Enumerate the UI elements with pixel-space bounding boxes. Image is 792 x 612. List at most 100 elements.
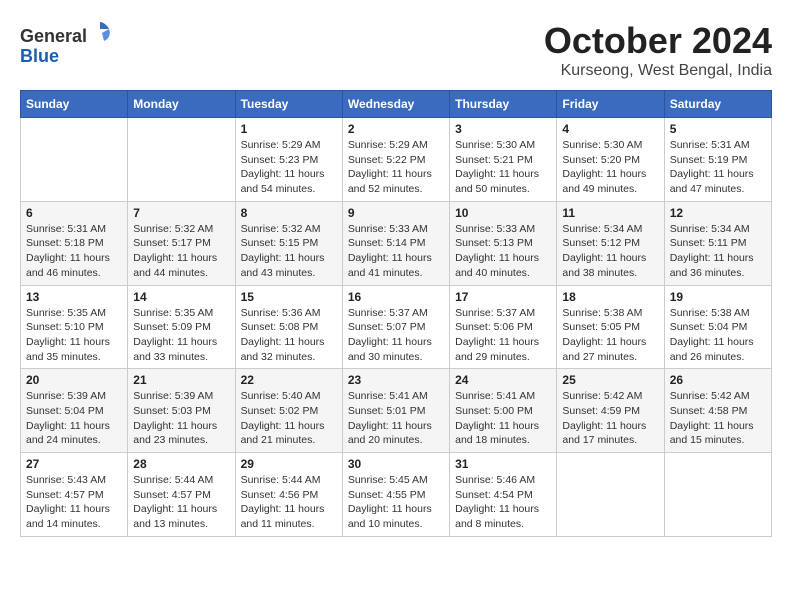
day-info: Sunrise: 5:34 AMSunset: 5:12 PMDaylight:… bbox=[562, 222, 658, 281]
sunrise-text: Sunrise: 5:39 AM bbox=[26, 390, 106, 402]
sunset-text: Sunset: 5:04 PM bbox=[26, 405, 104, 417]
daylight-text: Daylight: 11 hours and 32 minutes. bbox=[241, 336, 325, 363]
day-number: 21 bbox=[133, 373, 229, 387]
day-number: 25 bbox=[562, 373, 658, 387]
calendar-cell: 7 Sunrise: 5:32 AM Sunset: 5:17 PM Daylight… bbox=[128, 201, 235, 285]
sunset-text: Sunset: 5:10 PM bbox=[26, 321, 104, 333]
calendar-table: SundayMondayTuesdayWednesdayThursdayFrid… bbox=[20, 90, 772, 537]
day-info: Sunrise: 5:39 AM Sunset: 5:04 PM Daylight:… bbox=[26, 389, 122, 448]
day-info: Sunrise: 5:46 AMSunset: 4:54 PMDaylight:… bbox=[455, 473, 551, 532]
calendar-cell: 26Sunrise: 5:42 AMSunset: 4:58 PMDayligh… bbox=[664, 369, 771, 453]
sunrise-text: Sunrise: 5:44 AM bbox=[133, 474, 213, 486]
daylight-text: Daylight: 11 hours and 54 minutes. bbox=[241, 168, 325, 195]
day-number: 17 bbox=[455, 290, 551, 304]
day-number: 7 bbox=[133, 206, 229, 220]
sunrise-text: Sunrise: 5:43 AM bbox=[26, 474, 106, 486]
sunset-text: Sunset: 5:20 PM bbox=[562, 154, 640, 166]
day-number: 10 bbox=[455, 206, 551, 220]
sunset-text: Sunset: 5:19 PM bbox=[670, 154, 748, 166]
calendar-week-row: 6Sunrise: 5:31 AMSunset: 5:18 PMDaylight… bbox=[21, 201, 772, 285]
calendar-cell: 24Sunrise: 5:41 AMSunset: 5:00 PMDayligh… bbox=[450, 369, 557, 453]
calendar-week-row: 13Sunrise: 5:35 AMSunset: 5:10 PMDayligh… bbox=[21, 285, 772, 369]
day-info: Sunrise: 5:45 AMSunset: 4:55 PMDaylight:… bbox=[348, 473, 444, 532]
calendar-cell: 4Sunrise: 5:30 AMSunset: 5:20 PMDaylight… bbox=[557, 118, 664, 202]
daylight-text: Daylight: 11 hours and 20 minutes. bbox=[348, 420, 432, 447]
calendar-cell: 17 Sunrise: 5:37 AMSunset: 5:06 PMDayligh… bbox=[450, 285, 557, 369]
sunset-text: Sunset: 5:14 PM bbox=[348, 237, 426, 249]
day-info: Sunrise: 5:37 AMSunset: 5:06 PMDaylight:… bbox=[455, 306, 551, 365]
daylight-text: Daylight: 11 hours and 40 minutes. bbox=[455, 252, 539, 279]
day-number: 11 bbox=[562, 206, 658, 220]
calendar-cell: 2Sunrise: 5:29 AMSunset: 5:22 PMDaylight… bbox=[342, 118, 449, 202]
calendar-cell: 31Sunrise: 5:46 AMSunset: 4:54 PMDayligh… bbox=[450, 453, 557, 537]
sunset-text: Sunset: 5:21 PM bbox=[455, 154, 533, 166]
sunrise-text: Sunrise: 5:35 AM bbox=[26, 307, 106, 319]
calendar-cell: 5Sunrise: 5:31 AMSunset: 5:19 PMDaylight… bbox=[664, 118, 771, 202]
day-number: 12 bbox=[670, 206, 766, 220]
day-info: Sunrise: 5:33 AMSunset: 5:13 PMDaylight:… bbox=[455, 222, 551, 281]
calendar-week-row: 20 Sunrise: 5:39 AM Sunset: 5:04 PM Dayligh… bbox=[21, 369, 772, 453]
calendar-cell: 15Sunrise: 5:36 AMSunset: 5:08 PMDayligh… bbox=[235, 285, 342, 369]
sunset-text: Sunset: 4:54 PM bbox=[455, 489, 533, 501]
calendar-cell: 21Sunrise: 5:39 AMSunset: 5:03 PMDayligh… bbox=[128, 369, 235, 453]
calendar-cell: 10 Sunrise: 5:33 AMSunset: 5:13 PMDayligh… bbox=[450, 201, 557, 285]
sunrise-text: Sunrise: 5:44 AM bbox=[241, 474, 321, 486]
daylight-text: Daylight: 11 hours and 46 minutes. bbox=[26, 252, 110, 279]
calendar-header-thursday: Thursday bbox=[450, 91, 557, 118]
sunrise-text: Sunrise: 5:30 AM bbox=[562, 139, 642, 151]
calendar-cell: 27Sunrise: 5:43 AMSunset: 4:57 PMDayligh… bbox=[21, 453, 128, 537]
daylight-text: Daylight: 11 hours and 49 minutes. bbox=[562, 168, 646, 195]
day-info: Sunrise: 5:30 AM Sunset: 5:20 PM Daylight:… bbox=[562, 138, 658, 197]
calendar-week-row: 27Sunrise: 5:43 AMSunset: 4:57 PMDayligh… bbox=[21, 453, 772, 537]
sunrise-text: Sunrise: 5:31 AM bbox=[26, 223, 106, 235]
day-info: Sunrise: 5:31 AMSunset: 5:18 PMDaylight:… bbox=[26, 222, 122, 281]
day-info: Sunrise: 5:35 AMSunset: 5:10 PMDaylight:… bbox=[26, 306, 122, 365]
daylight-text: Daylight: 11 hours and 15 minutes. bbox=[670, 420, 754, 447]
day-info: Sunrise: 5:33 AMSunset: 5:14 PMDaylight:… bbox=[348, 222, 444, 281]
calendar-cell: 11 Sunrise: 5:34 AMSunset: 5:12 PMDayligh… bbox=[557, 201, 664, 285]
sunrise-text: Sunrise: 5:38 AM bbox=[562, 307, 642, 319]
calendar-cell: 22Sunrise: 5:40 AMSunset: 5:02 PMDayligh… bbox=[235, 369, 342, 453]
calendar-cell: 19Sunrise: 5:38 AMSunset: 5:04 PMDayligh… bbox=[664, 285, 771, 369]
calendar-cell: 13Sunrise: 5:35 AMSunset: 5:10 PMDayligh… bbox=[21, 285, 128, 369]
day-number: 18 bbox=[562, 290, 658, 304]
day-number: 23 bbox=[348, 373, 444, 387]
sunset-text: Sunset: 4:58 PM bbox=[670, 405, 748, 417]
day-info: Sunrise: 5:31 AMSunset: 5:19 PMDaylight:… bbox=[670, 138, 766, 197]
calendar-cell: 3Sunrise: 5:30 AMSunset: 5:21 PMDaylight… bbox=[450, 118, 557, 202]
logo-icon bbox=[89, 20, 111, 42]
daylight-text: Daylight: 11 hours and 24 minutes. bbox=[26, 420, 110, 447]
day-info: Sunrise: 5:43 AMSunset: 4:57 PMDaylight:… bbox=[26, 473, 122, 532]
sunset-text: Sunset: 5:15 PM bbox=[241, 237, 319, 249]
day-number: 22 bbox=[241, 373, 337, 387]
calendar-cell: 23Sunrise: 5:41 AMSunset: 5:01 PMDayligh… bbox=[342, 369, 449, 453]
daylight-text: Daylight: 11 hours and 26 minutes. bbox=[670, 336, 754, 363]
daylight-text: Daylight: 11 hours and 41 minutes. bbox=[348, 252, 432, 279]
day-number: 3 bbox=[455, 122, 551, 136]
calendar-header-friday: Friday bbox=[557, 91, 664, 118]
sunrise-text: Sunrise: 5:29 AM bbox=[348, 139, 428, 151]
day-info: Sunrise: 5:32 AMSunset: 5:15 PMDaylight:… bbox=[241, 222, 337, 281]
daylight-text: Daylight: 11 hours and 52 minutes. bbox=[348, 168, 432, 195]
day-number: 30 bbox=[348, 457, 444, 471]
daylight-text: Daylight: 11 hours and 30 minutes. bbox=[348, 336, 432, 363]
day-info: Sunrise: 5:44 AMSunset: 4:57 PMDaylight:… bbox=[133, 473, 229, 532]
daylight-text: Daylight: 11 hours and 29 minutes. bbox=[455, 336, 539, 363]
sunset-text: Sunset: 5:17 PM bbox=[133, 237, 211, 249]
sunset-text: Sunset: 5:22 PM bbox=[348, 154, 426, 166]
daylight-text: Daylight: 11 hours and 44 minutes. bbox=[133, 252, 217, 279]
sunrise-text: Sunrise: 5:42 AM bbox=[562, 390, 642, 402]
sunset-text: Sunset: 5:11 PM bbox=[670, 237, 747, 249]
day-number: 1 bbox=[241, 122, 337, 136]
daylight-text: Daylight: 11 hours and 23 minutes. bbox=[133, 420, 217, 447]
day-info: Sunrise: 5:38 AMSunset: 5:04 PMDaylight:… bbox=[670, 306, 766, 365]
sunrise-text: Sunrise: 5:33 AM bbox=[455, 223, 535, 235]
sunset-text: Sunset: 5:08 PM bbox=[241, 321, 319, 333]
daylight-text: Daylight: 11 hours and 43 minutes. bbox=[241, 252, 325, 279]
calendar-cell: 30 Sunrise: 5:45 AMSunset: 4:55 PMDayligh… bbox=[342, 453, 449, 537]
calendar-cell: 20 Sunrise: 5:39 AM Sunset: 5:04 PM Dayligh… bbox=[21, 369, 128, 453]
title-block: October 2024 Kurseong, West Bengal, Indi… bbox=[544, 20, 772, 80]
day-number: 20 bbox=[26, 373, 122, 387]
sunrise-text: Sunrise: 5:32 AM bbox=[133, 223, 213, 235]
sunrise-text: Sunrise: 5:29 AM bbox=[241, 139, 321, 151]
